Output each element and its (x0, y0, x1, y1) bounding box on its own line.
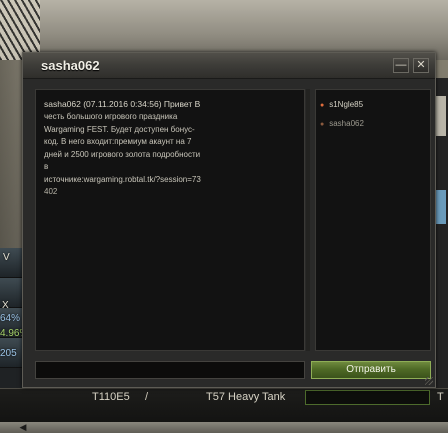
message-header: sasha062 (07.11.2016 0:34:56) Привет В (44, 99, 201, 109)
carousel-right-letter: T (437, 391, 444, 403)
member-name: s1Ngle85 (329, 100, 364, 109)
message-input[interactable] (35, 361, 305, 379)
member-list: ● s1Ngle85 ● sasha062 (315, 89, 431, 351)
status-dot-icon: ● (320, 102, 325, 109)
message-link-line[interactable]: источнике:wargaming.robtal.tk/?session=7… (44, 174, 298, 187)
close-button[interactable]: ✕ (413, 58, 429, 73)
resize-grip-icon[interactable] (425, 377, 433, 385)
carousel-tank-class[interactable]: T57 Heavy Tank (206, 391, 285, 403)
carousel-tank-name[interactable]: T110E5 (92, 391, 130, 403)
garage-ceiling (0, 0, 448, 60)
right-edge-bar (436, 96, 446, 136)
message-line: код. В него входит:премиум акаунт на 7 (44, 137, 192, 146)
message-line: в (44, 162, 49, 171)
private-chat-window: sasha062 — ✕ sasha062 (07.11.2016 0:34:5… (22, 52, 436, 388)
status-dot-icon: ● (320, 121, 325, 128)
send-button[interactable]: Отправить (311, 361, 431, 379)
member-item[interactable]: ● sasha062 (320, 115, 426, 134)
message-input-row: Отправить (35, 361, 431, 381)
side-label-number: 205 (0, 348, 17, 359)
carousel-slash: / (145, 391, 149, 403)
side-label-x: X (2, 300, 9, 311)
chat-messages: sasha062 (07.11.2016 0:34:56) Привет В ч… (35, 89, 305, 351)
side-label-tier: V (3, 252, 10, 263)
message-line: Wargaming FEST. Будет доступен бонус- (44, 124, 195, 134)
garage-mesh (0, 0, 40, 60)
carousel-filter-field[interactable] (305, 390, 430, 405)
side-label-percent: 64% (0, 313, 21, 324)
right-edge-bar (436, 190, 446, 224)
message-line: дней и 2500 игрового золота подробности (44, 149, 201, 159)
member-name: sasha062 (329, 119, 364, 128)
chat-scrollbar[interactable] (306, 89, 310, 351)
member-item[interactable]: ● s1Ngle85 (320, 96, 426, 115)
scroll-left-icon[interactable]: ◀ (10, 423, 36, 432)
minimize-button[interactable]: — (393, 58, 409, 73)
message-line: 402 (44, 187, 58, 196)
message-line: честь большого игрового праздника (44, 112, 178, 121)
bottom-bar: ◀ (0, 422, 448, 433)
window-titlebar[interactable]: sasha062 — ✕ (23, 53, 435, 79)
window-title: sasha062 (41, 58, 100, 73)
